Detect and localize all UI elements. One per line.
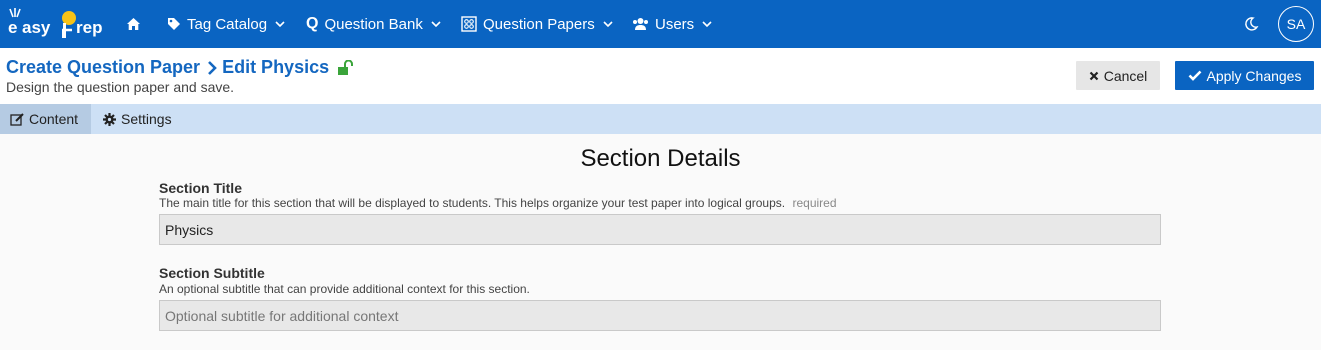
- nav-question-papers[interactable]: Question Papers: [461, 0, 613, 48]
- nav-users-label: Users: [655, 15, 695, 33]
- tag-icon: [167, 17, 181, 31]
- nav-question-bank-label: Question Bank: [324, 15, 423, 33]
- chevron-down-icon: [275, 20, 285, 28]
- easyprep-logo[interactable]: e asy P rep: [6, 6, 106, 42]
- close-icon: [1089, 71, 1099, 81]
- users-icon: [632, 17, 649, 31]
- nav-question-bank[interactable]: Q Question Bank: [306, 0, 441, 48]
- user-avatar[interactable]: SA: [1278, 6, 1314, 42]
- tab-bar: [0, 104, 1321, 134]
- logo-word-prep: rep: [76, 18, 103, 37]
- section-title-help-text: The main title for this section that wil…: [159, 196, 786, 210]
- breadcrumb: Create Question Paper Edit Physics: [6, 57, 355, 78]
- check-icon: [1188, 70, 1202, 81]
- home-icon: [127, 18, 140, 30]
- chevron-down-icon: [603, 20, 613, 28]
- unlock-icon[interactable]: [337, 60, 355, 75]
- logo-p-stem-icon: [62, 23, 72, 38]
- chevron-right-icon: [207, 60, 217, 75]
- breadcrumb-current: Edit Physics: [222, 57, 330, 77]
- section-heading: Section Details: [580, 145, 741, 172]
- chevron-down-icon: [702, 20, 712, 28]
- section-subtitle-label: Section Subtitle: [159, 265, 265, 281]
- page-subtitle: Design the question paper and save.: [6, 79, 235, 95]
- dark-mode-toggle[interactable]: [1243, 16, 1259, 37]
- section-subtitle-input[interactable]: [159, 300, 1161, 331]
- section-subtitle-help: An optional subtitle that can provide ad…: [159, 282, 530, 296]
- logo-letter-e: e: [8, 18, 18, 37]
- nav-home[interactable]: [126, 0, 141, 48]
- cancel-button[interactable]: Cancel: [1076, 61, 1160, 90]
- nav-tag-catalog-label: Tag Catalog: [187, 15, 268, 33]
- question-bank-icon: Q: [306, 15, 319, 32]
- moon-icon: [1245, 17, 1259, 31]
- tab-content-label: Content: [29, 111, 79, 127]
- edit-icon: [10, 112, 24, 126]
- question-papers-icon: [461, 16, 477, 32]
- tab-content[interactable]: Content: [0, 104, 91, 134]
- tab-settings[interactable]: Settings: [103, 104, 172, 134]
- section-title-input[interactable]: [159, 214, 1161, 245]
- nav-tag-catalog[interactable]: Tag Catalog: [167, 0, 285, 48]
- logo-word-easy: asy: [22, 18, 51, 37]
- chevron-down-icon: [431, 20, 441, 28]
- tab-settings-label: Settings: [121, 111, 172, 127]
- cancel-button-label: Cancel: [1103, 67, 1148, 84]
- nav-users[interactable]: Users: [632, 0, 712, 48]
- apply-changes-button-label: Apply Changes: [1206, 67, 1302, 84]
- gear-icon: [103, 112, 116, 126]
- apply-changes-button[interactable]: Apply Changes: [1175, 61, 1314, 90]
- section-title-help: The main title for this section that wil…: [159, 196, 837, 210]
- nav-question-papers-label: Question Papers: [483, 15, 595, 33]
- breadcrumb-root[interactable]: Create Question Paper: [6, 57, 200, 78]
- required-indicator: required: [792, 196, 837, 210]
- section-title-label: Section Title: [159, 180, 242, 196]
